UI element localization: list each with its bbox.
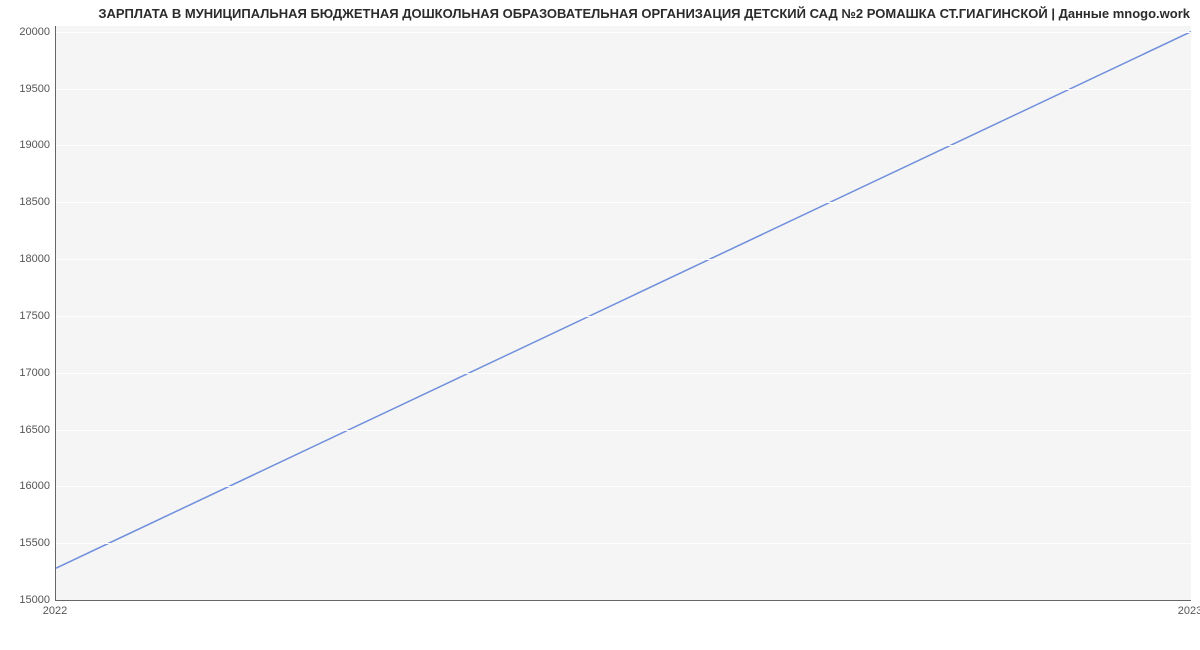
gridline	[56, 430, 1191, 431]
y-tick-label: 19500	[0, 83, 50, 95]
y-tick-label: 18000	[0, 253, 50, 265]
y-tick-label: 17500	[0, 310, 50, 322]
y-tick-label: 19000	[0, 139, 50, 151]
y-tick-label: 18500	[0, 196, 50, 208]
plot-area	[55, 26, 1191, 601]
gridline	[56, 543, 1191, 544]
y-tick-label: 15500	[0, 537, 50, 549]
y-tick-label: 20000	[0, 26, 50, 38]
gridline	[56, 32, 1191, 33]
line-chart: ЗАРПЛАТА В МУНИЦИПАЛЬНАЯ БЮДЖЕТНАЯ ДОШКО…	[0, 0, 1200, 650]
gridline	[56, 316, 1191, 317]
y-tick-label: 16000	[0, 480, 50, 492]
x-tick-label: 2022	[43, 605, 67, 617]
gridline	[56, 145, 1191, 146]
y-tick-label: 17000	[0, 367, 50, 379]
gridline	[56, 259, 1191, 260]
gridline	[56, 373, 1191, 374]
gridline	[56, 486, 1191, 487]
series-line	[56, 26, 1191, 600]
gridline	[56, 89, 1191, 90]
y-tick-label: 16500	[0, 424, 50, 436]
x-tick-label: 2023	[1178, 605, 1200, 617]
chart-title: ЗАРПЛАТА В МУНИЦИПАЛЬНАЯ БЮДЖЕТНАЯ ДОШКО…	[10, 6, 1190, 21]
gridline	[56, 202, 1191, 203]
